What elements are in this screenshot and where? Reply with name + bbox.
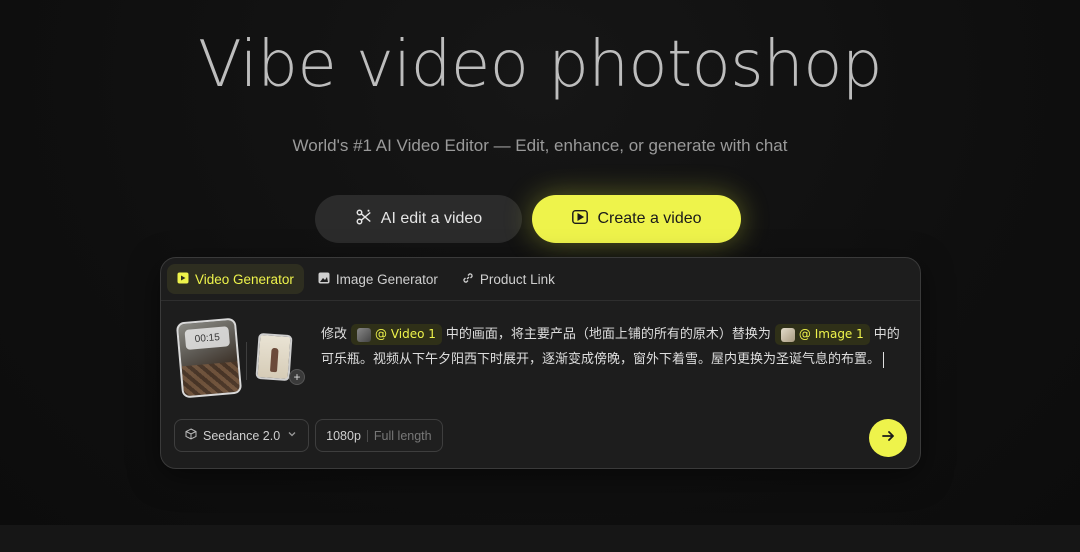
image-thumbnail[interactable] [255, 332, 293, 382]
tab-image-generator[interactable]: Image Generator [308, 264, 448, 294]
ai-edit-video-button[interactable]: AI edit a video [315, 195, 522, 243]
settings-separator [366, 429, 368, 442]
cube-icon [185, 428, 197, 443]
resolution-label: 1080p [326, 428, 361, 443]
add-asset-button[interactable]: + [289, 369, 305, 385]
model-select[interactable]: Seedance 2.0 [174, 419, 310, 452]
play-square-icon [571, 208, 589, 231]
generation-controls: Seedance 2.0 1080p Full length [174, 419, 443, 452]
image-chip-icon [780, 327, 795, 342]
video-chip-label: @ Video 1 [375, 327, 436, 341]
create-video-label: Create a video [597, 210, 702, 227]
tab-video-generator[interactable]: Video Generator [167, 264, 304, 294]
video-preview-floor [181, 361, 241, 397]
video-chip-icon [357, 327, 372, 342]
prompt-input[interactable]: 修改 @ Video 1 中的画面，将主要产品（地面上铺的所有的原木）替换为 @ Im… [321, 322, 901, 372]
ai-edit-video-label: AI edit a video [380, 210, 483, 227]
send-button[interactable] [869, 419, 907, 457]
prompt-text-1: 修改 [321, 327, 348, 342]
tab-label: Image Generator [335, 271, 438, 287]
create-video-button[interactable]: Create a video [532, 195, 741, 243]
image-generator-icon [318, 272, 330, 287]
chevron-down-icon [286, 428, 298, 443]
attached-assets: 00:15 + [175, 317, 309, 400]
tab-product-link[interactable]: Product Link [452, 264, 565, 294]
hero-title: Vibe video photoshop [198, 28, 882, 102]
video-duration: 00:15 [184, 326, 231, 350]
image-reference-chip[interactable]: @ Image 1 [774, 324, 870, 345]
magic-scissors-icon [355, 208, 373, 231]
model-label: Seedance 2.0 [203, 428, 281, 443]
prompt-text-2: 中的画面，将主要产品（地面上铺的所有的原木）替换为 [445, 327, 771, 342]
image-chip-label: @ Image 1 [798, 327, 864, 341]
link-icon [462, 272, 474, 287]
output-settings-button[interactable]: 1080p Full length [315, 419, 443, 452]
tab-label: Product Link [479, 271, 555, 287]
generator-panel: Video Generator Image Generator Product … [160, 257, 921, 469]
arrow-right-icon [880, 428, 896, 449]
hero-subtitle: World's #1 AI Video Editor — Edit, enhan… [292, 136, 788, 155]
text-cursor [883, 351, 885, 368]
video-generator-icon [177, 272, 189, 287]
video-thumbnail[interactable]: 00:15 [175, 317, 243, 399]
video-reference-chip[interactable]: @ Video 1 [351, 324, 442, 345]
page: Vibe video photoshop World's #1 AI Video… [0, 0, 1080, 552]
assets-divider [246, 342, 247, 380]
footer-band [0, 525, 1080, 552]
length-label: Full length [373, 428, 432, 443]
tab-label: Video Generator [195, 271, 294, 287]
generator-tabs: Video Generator Image Generator Product … [161, 258, 920, 301]
bottle-graphic [269, 347, 279, 373]
